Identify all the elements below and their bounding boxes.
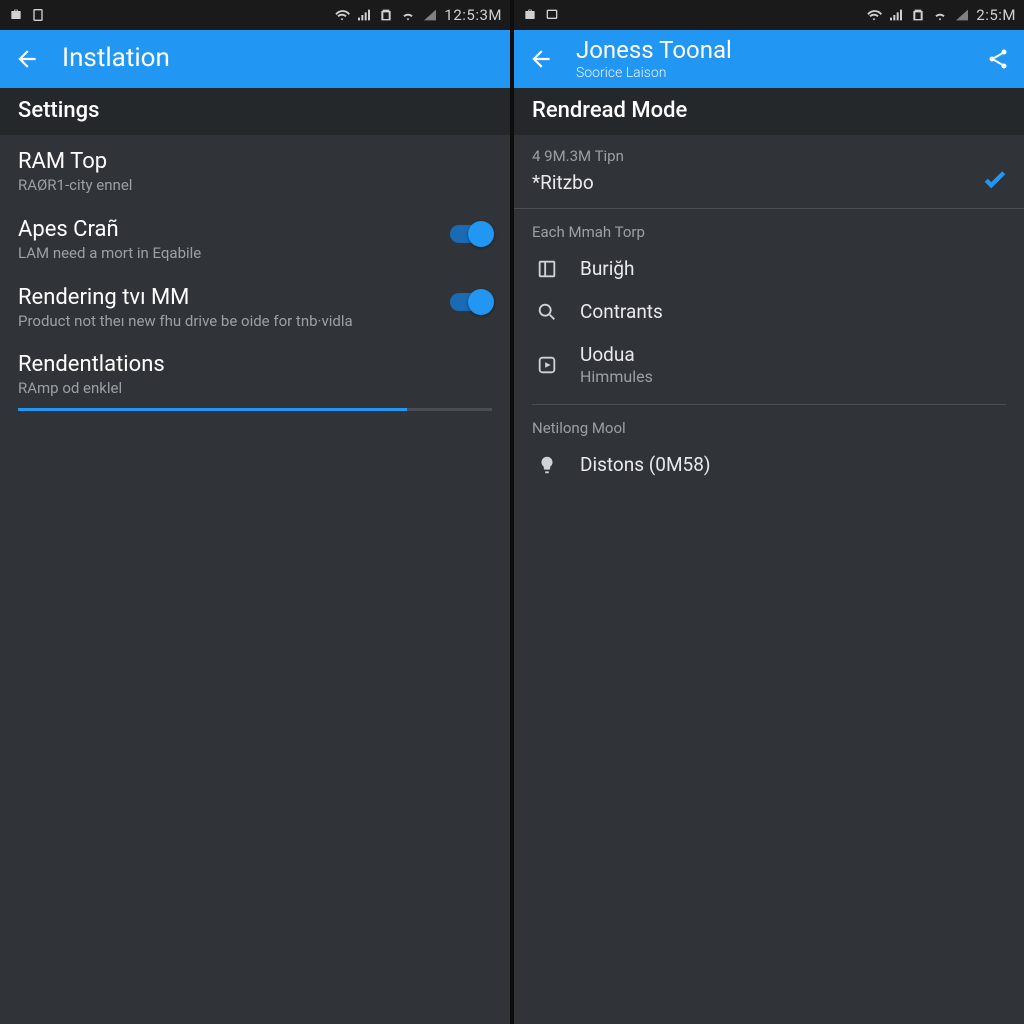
option-contrants[interactable]: Contrants xyxy=(532,290,1006,333)
briefcase-icon xyxy=(8,7,24,23)
statusbar-right: 2:5:M xyxy=(514,0,1024,30)
setting-apes-cran[interactable]: Apes Crañ LAM need a mort in Eqabile xyxy=(0,207,510,275)
option-uodua[interactable]: Uodua Himmules xyxy=(532,333,1006,396)
settings-list: RAM Top RAØR1-city ennel Apes Crañ LAM n… xyxy=(0,135,510,415)
back-button[interactable] xyxy=(14,46,40,72)
option-label: Buriğh xyxy=(580,257,635,280)
check-icon xyxy=(980,164,1010,198)
setting-ram-top[interactable]: RAM Top RAØR1-city ennel xyxy=(0,139,510,207)
setting-subtitle: RAØR1-city ennel xyxy=(18,176,492,195)
wifi2-icon xyxy=(932,7,948,23)
setting-title: RAM Top xyxy=(18,149,492,174)
toggle-switch[interactable] xyxy=(450,225,492,243)
battery-icon xyxy=(910,7,926,23)
option-label: Distons (0M58) xyxy=(580,453,711,476)
battery-icon xyxy=(378,7,394,23)
setting-rendering[interactable]: Rendering tvı MM Product not theı new fh… xyxy=(0,275,510,343)
group-label-1: Each Mmah Torp xyxy=(514,209,1024,247)
mode-selected: *Ritzbo xyxy=(532,171,1006,194)
search-icon xyxy=(532,301,562,323)
option-burigh[interactable]: Buriğh xyxy=(532,247,1006,290)
option-label: Contrants xyxy=(580,300,663,323)
bulb-icon xyxy=(532,454,562,476)
mode-hint: 4 9M.3M Tipn xyxy=(532,147,1006,165)
phone-right: 2:5:M Joness Toonal Soorice Laison Rendr… xyxy=(510,0,1024,1024)
actionbar-title: Joness Toonal xyxy=(576,37,732,65)
phone-left: 12:5:3M Instlation Settings RAM Top RAØR… xyxy=(0,0,510,1024)
signal2-icon xyxy=(422,7,438,23)
actionbar-right: Joness Toonal Soorice Laison xyxy=(514,30,1024,88)
signal-icon xyxy=(356,7,372,23)
setting-title: Rendentlations xyxy=(18,352,492,377)
wifi-icon xyxy=(866,7,882,23)
toggle-switch[interactable] xyxy=(450,293,492,311)
signal2-icon xyxy=(954,7,970,23)
mode-row[interactable]: 4 9M.3M Tipn *Ritzbo xyxy=(514,135,1024,209)
group-label-2: Netilong Mool xyxy=(514,405,1024,443)
option-list-1: Buriğh Contrants Uodua Himmules xyxy=(532,247,1006,405)
section-header-left: Settings xyxy=(0,88,510,135)
layout-icon xyxy=(532,258,562,280)
progress-fill xyxy=(18,408,407,411)
clock-label: 12:5:3M xyxy=(444,6,502,24)
actionbar-left: Instlation xyxy=(0,30,510,88)
briefcase-icon xyxy=(522,7,538,23)
back-button[interactable] xyxy=(528,46,554,72)
wifi2-icon xyxy=(400,7,416,23)
option-distons[interactable]: Distons (0M58) xyxy=(532,443,1006,486)
actionbar-subtitle: Soorice Laison xyxy=(576,65,732,81)
setting-subtitle: RAmp od enklel xyxy=(18,379,492,398)
option-list-2: Distons (0M58) xyxy=(532,443,1006,494)
page-icon xyxy=(30,7,46,23)
section-header-right: Rendread Mode xyxy=(514,88,1024,135)
progress-bar xyxy=(18,408,492,411)
window-icon xyxy=(544,7,560,23)
wifi-icon xyxy=(334,7,350,23)
setting-title: Rendering tvı MM xyxy=(18,285,440,310)
setting-subtitle: LAM need a mort in Eqabile xyxy=(18,244,440,263)
clock-label: 2:5:M xyxy=(976,6,1016,24)
actionbar-title: Instlation xyxy=(62,44,170,74)
setting-subtitle: Product not theı new fhu drive be oide f… xyxy=(18,312,440,331)
play-box-icon xyxy=(532,354,562,376)
option-label: Uodua xyxy=(580,343,653,366)
setting-title: Apes Crañ xyxy=(18,217,440,242)
share-button[interactable] xyxy=(986,47,1010,71)
setting-rendentlations[interactable]: Rendentlations RAmp od enklel xyxy=(0,342,510,402)
signal-icon xyxy=(888,7,904,23)
option-sub: Himmules xyxy=(580,367,653,386)
statusbar-left: 12:5:3M xyxy=(0,0,510,30)
